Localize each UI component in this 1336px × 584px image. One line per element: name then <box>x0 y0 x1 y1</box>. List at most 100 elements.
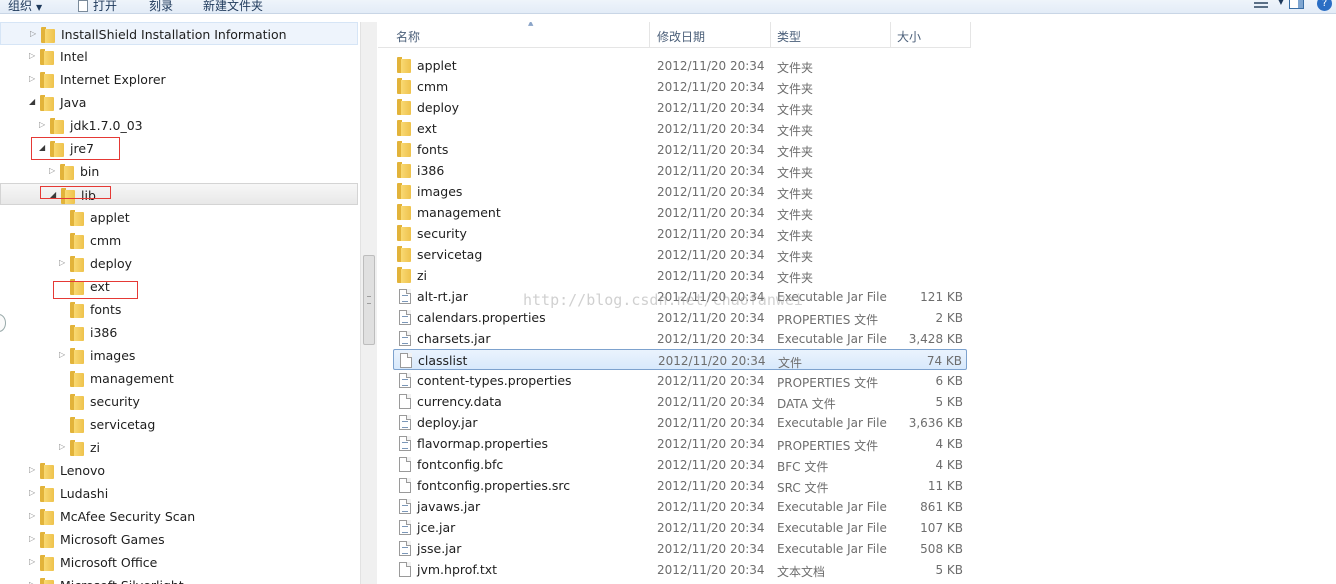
file-row[interactable]: alt-rt.jar 2012/11/20 20:34 Executable Jar… <box>393 286 967 307</box>
file-row[interactable]: security 2012/11/20 20:34 文件夹 <box>393 223 967 244</box>
tree-item-microsoft-games[interactable]: ▷ Microsoft Games <box>0 528 358 551</box>
file-type: 文件夹 <box>777 124 814 138</box>
collapsed-arrow-icon[interactable]: ▷ <box>59 258 67 268</box>
folder-icon <box>397 225 411 241</box>
file-type: 文件夹 <box>777 61 814 75</box>
collapsed-arrow-icon[interactable]: ▷ <box>29 51 37 61</box>
tree-item-microsoft-silverlight[interactable]: ▷ Microsoft Silverlight <box>0 574 358 584</box>
file-row[interactable]: charsets.jar 2012/11/20 20:34 Executable J… <box>393 328 967 349</box>
folder-icon <box>397 141 411 157</box>
help-icon[interactable]: ? <box>1317 0 1332 11</box>
collapsed-arrow-icon[interactable]: ▷ <box>49 166 57 176</box>
file-row[interactable]: images 2012/11/20 20:34 文件夹 <box>393 181 967 202</box>
tree-item-applet[interactable]: applet <box>0 206 358 229</box>
file-row[interactable]: classlist 2012/11/20 20:34 文件 74 KB <box>393 349 967 370</box>
file-row[interactable]: servicetag 2012/11/20 20:34 文件夹 <box>393 244 967 265</box>
open-button[interactable]: 打开 <box>78 0 117 14</box>
file-row[interactable]: jce.jar 2012/11/20 20:34 Executable Jar Fi… <box>393 517 967 538</box>
column-type[interactable]: 类型 <box>771 22 891 48</box>
column-header: 名称 ▲ 修改日期 类型 大小 <box>378 22 971 48</box>
tree-item-microsoft-office[interactable]: ▷ Microsoft Office <box>0 551 358 574</box>
file-row[interactable]: cmm 2012/11/20 20:34 文件夹 <box>393 76 967 97</box>
chevron-down-icon: ▼ <box>36 3 43 12</box>
tree-item-java[interactable]: ◢ Java <box>0 91 358 114</box>
nav-scrollbar-thumb[interactable] <box>363 255 375 345</box>
tree-item-label: Microsoft Games <box>60 532 165 547</box>
tree-item-i386[interactable]: i386 <box>0 321 358 344</box>
column-size[interactable]: 大小 <box>891 22 971 48</box>
tree-item-installshield-installation-information[interactable]: ▷ InstallShield Installation Information <box>0 22 358 45</box>
file-row[interactable]: ext 2012/11/20 20:34 文件夹 <box>393 118 967 139</box>
views-dropdown-icon[interactable]: ▼ <box>1278 0 1284 6</box>
file-date: 2012/11/20 20:34 <box>657 311 765 325</box>
file-size: 6 KB <box>935 374 963 388</box>
file-row[interactable]: fontconfig.properties.src 2012/11/20 20:3… <box>393 475 967 496</box>
file-icon <box>399 478 411 493</box>
file-row[interactable]: flavormap.properties 2012/11/20 20:34 PROP… <box>393 433 967 454</box>
file-row[interactable]: fonts 2012/11/20 20:34 文件夹 <box>393 139 967 160</box>
folder-icon <box>397 246 411 262</box>
tree-item-deploy[interactable]: ▷ deploy <box>0 252 358 275</box>
collapsed-arrow-icon[interactable]: ▷ <box>29 465 37 475</box>
file-row[interactable]: i386 2012/11/20 20:34 文件夹 <box>393 160 967 181</box>
tree-item-images[interactable]: ▷ images <box>0 344 358 367</box>
collapsed-arrow-icon[interactable]: ▷ <box>59 442 67 452</box>
file-date: 2012/11/20 20:34 <box>658 354 766 368</box>
folder-icon <box>397 267 411 283</box>
file-row[interactable]: fontconfig.bfc 2012/11/20 20:34 BFC 文件 4 KB <box>393 454 967 475</box>
tree-item-fonts[interactable]: fonts <box>0 298 358 321</box>
tree-item-mcafee-security-scan[interactable]: ▷ McAfee Security Scan <box>0 505 358 528</box>
tree-item-bin[interactable]: ▷ bin <box>0 160 358 183</box>
collapsed-arrow-icon[interactable]: ▷ <box>29 557 37 567</box>
tree-item-label: fonts <box>90 302 122 317</box>
tree-item-security[interactable]: security <box>0 390 358 413</box>
organize-button[interactable]: 组织 ▼ <box>8 0 42 14</box>
file-name: charsets.jar <box>417 331 491 346</box>
collapsed-arrow-icon[interactable]: ▷ <box>39 120 47 130</box>
file-row[interactable]: management 2012/11/20 20:34 文件夹 <box>393 202 967 223</box>
tree-item-cmm[interactable]: cmm <box>0 229 358 252</box>
tree-item-servicetag[interactable]: servicetag <box>0 413 358 436</box>
burn-button[interactable]: 刻录 <box>149 0 173 14</box>
expanded-arrow-icon[interactable]: ◢ <box>29 97 37 107</box>
file-name: jce.jar <box>417 520 456 535</box>
tree-item-management[interactable]: management <box>0 367 358 390</box>
file-row[interactable]: applet 2012/11/20 20:34 文件夹 <box>393 55 967 76</box>
views-icon[interactable] <box>1254 0 1268 8</box>
tree-item-internet-explorer[interactable]: ▷ Internet Explorer <box>0 68 358 91</box>
preview-pane-icon[interactable] <box>1289 0 1304 9</box>
file-name: i386 <box>417 163 445 178</box>
tree-item-intel[interactable]: ▷ Intel <box>0 45 358 68</box>
file-row[interactable]: jsse.jar 2012/11/20 20:34 Executable Jar F… <box>393 538 967 559</box>
file-row[interactable]: calendars.properties 2012/11/20 20:34 PROP… <box>393 307 967 328</box>
tree-item-jdk1-7-0-03[interactable]: ▷ jdk1.7.0_03 <box>0 114 358 137</box>
file-type: PROPERTIES 文件 <box>777 439 879 453</box>
collapsed-arrow-icon[interactable]: ▷ <box>29 511 37 521</box>
tree-item-lenovo[interactable]: ▷ Lenovo <box>0 459 358 482</box>
folder-icon <box>397 120 411 136</box>
file-name: cmm <box>417 79 449 94</box>
file-row[interactable]: currency.data 2012/11/20 20:34 DATA 文件 5 KB <box>393 391 967 412</box>
new-folder-button[interactable]: 新建文件夹 <box>203 0 263 14</box>
file-date: 2012/11/20 20:34 <box>657 416 765 430</box>
collapsed-arrow-icon[interactable]: ▷ <box>29 488 37 498</box>
file-row[interactable]: deploy.jar 2012/11/20 20:34 Executable Jar… <box>393 412 967 433</box>
file-name: deploy <box>417 100 460 115</box>
collapsed-arrow-icon[interactable]: ▷ <box>30 29 38 39</box>
file-row[interactable]: content-types.properties 2012/11/20 20:34… <box>393 370 967 391</box>
file-row[interactable]: javaws.jar 2012/11/20 20:34 Executable Jar… <box>393 496 967 517</box>
collapsed-arrow-icon[interactable]: ▷ <box>29 580 37 584</box>
column-date[interactable]: 修改日期 <box>651 22 771 48</box>
tree-item-zi[interactable]: ▷ zi <box>0 436 358 459</box>
collapsed-arrow-icon[interactable]: ▷ <box>29 74 37 84</box>
file-row[interactable]: deploy 2012/11/20 20:34 文件夹 <box>393 97 967 118</box>
collapsed-arrow-icon[interactable]: ▷ <box>59 350 67 360</box>
file-row[interactable]: zi 2012/11/20 20:34 文件夹 <box>393 265 967 286</box>
tree-item-ludashi[interactable]: ▷ Ludashi <box>0 482 358 505</box>
file-date: 2012/11/20 20:34 <box>657 269 765 283</box>
file-icon <box>400 353 412 368</box>
column-name[interactable]: 名称 ▲ <box>390 22 650 48</box>
collapsed-arrow-icon[interactable]: ▷ <box>29 534 37 544</box>
file-row[interactable]: jvm.hprof.txt 2012/11/20 20:34 文本文档 5 KB <box>393 559 967 580</box>
nav-scrollbar[interactable] <box>360 22 377 584</box>
